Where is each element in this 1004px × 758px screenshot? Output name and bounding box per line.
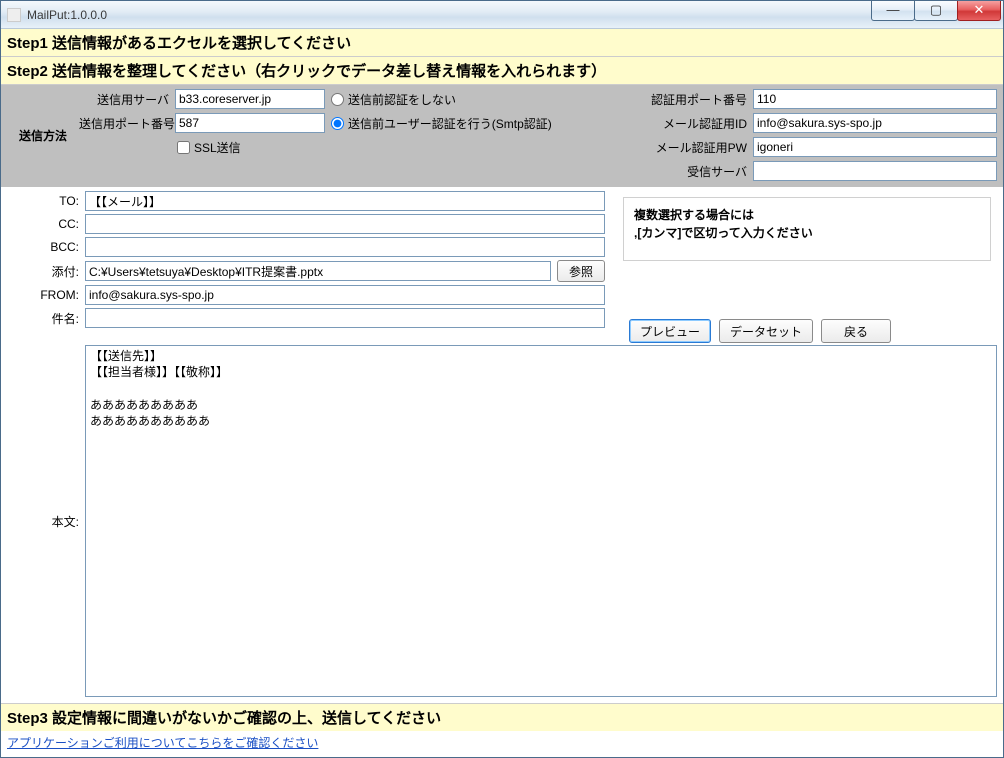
back-button[interactable]: 戻る — [821, 319, 891, 343]
note-line1: 複数選択する場合には — [634, 206, 980, 224]
app-icon — [7, 8, 21, 22]
cc-label: CC: — [7, 217, 79, 231]
browse-button[interactable]: 参照 — [557, 260, 605, 282]
radio-noauth[interactable] — [331, 93, 344, 106]
window-title: MailPut:1.0.0.0 — [27, 8, 107, 22]
mail-auth-id-label: メール認証用ID — [637, 115, 747, 132]
recv-server-label: 受信サーバ — [637, 163, 747, 180]
step1-heading: Step1 送信情報があるエクセルを選択してください — [1, 29, 1003, 57]
body-row: 本文: — [7, 345, 997, 697]
radio-smtp-label: 送信前ユーザー認証を行う(Smtp認証) — [348, 115, 552, 132]
action-buttons: プレビュー データセット 戻る — [623, 315, 991, 343]
dataset-button[interactable]: データセット — [719, 319, 813, 343]
step2-heading: Step2 送信情報を整理してください（右クリックでデータ差し替え情報を入れられ… — [1, 57, 1003, 85]
to-label: TO: — [7, 194, 79, 208]
window-controls: — ▢ ✕ — [872, 1, 1001, 21]
close-button[interactable]: ✕ — [957, 1, 1001, 21]
bcc-label: BCC: — [7, 240, 79, 254]
body-label: 本文: — [7, 513, 79, 530]
send-server-input[interactable] — [175, 89, 325, 109]
content: 送信方法 送信用サーバ 送信前認証をしない 認証用ポート番号 送信用ポート番号 … — [1, 85, 1003, 703]
auth-port-input[interactable] — [753, 89, 997, 109]
send-config-panel: 送信方法 送信用サーバ 送信前認証をしない 認証用ポート番号 送信用ポート番号 … — [1, 85, 1003, 187]
titlebar: MailPut:1.0.0.0 — ▢ ✕ — [1, 1, 1003, 29]
mail-auth-id-input[interactable] — [753, 113, 997, 133]
to-input[interactable] — [85, 191, 605, 211]
auth-port-label: 認証用ポート番号 — [637, 91, 747, 108]
subject-input[interactable] — [85, 308, 605, 328]
recv-server-input[interactable] — [753, 161, 997, 181]
step3-heading: Step3 設定情報に間違いがないかご確認の上、送信してください — [1, 703, 1003, 731]
bcc-input[interactable] — [85, 237, 605, 257]
attach-label: 添付: — [7, 263, 79, 280]
note-line2: ,[カンマ]で区切って入力ください — [634, 224, 980, 242]
attach-input[interactable] — [85, 261, 551, 281]
from-label: FROM: — [7, 288, 79, 302]
note-box: 複数選択する場合には ,[カンマ]で区切って入力ください — [623, 197, 991, 261]
ssl-label: SSL送信 — [194, 139, 241, 156]
send-port-label: 送信用ポート番号 — [79, 115, 169, 132]
send-method-label: 送信方法 — [7, 89, 79, 181]
maximize-button[interactable]: ▢ — [914, 1, 958, 21]
mail-auth-pw-input[interactable] — [753, 137, 997, 157]
body-textarea[interactable] — [85, 345, 997, 697]
radio-smtp[interactable] — [331, 117, 344, 130]
footer-link[interactable]: アプリケーションご利用についてこちらをご確認ください — [7, 736, 318, 750]
send-server-label: 送信用サーバ — [79, 91, 169, 108]
from-input[interactable] — [85, 285, 605, 305]
mail-panel: TO: CC: BCC: 添付: 参照 — [1, 187, 1003, 703]
minimize-button[interactable]: — — [871, 1, 915, 21]
subject-label: 件名: — [7, 310, 79, 327]
radio-noauth-label: 送信前認証をしない — [348, 91, 456, 108]
preview-button[interactable]: プレビュー — [629, 319, 711, 343]
footer: アプリケーションご利用についてこちらをご確認ください — [1, 731, 1003, 757]
cc-input[interactable] — [85, 214, 605, 234]
ssl-checkbox[interactable] — [177, 141, 190, 154]
mail-auth-pw-label: メール認証用PW — [637, 139, 747, 156]
app-window: MailPut:1.0.0.0 — ▢ ✕ Step1 送信情報があるエクセルを… — [0, 0, 1004, 758]
send-port-input[interactable] — [175, 113, 325, 133]
